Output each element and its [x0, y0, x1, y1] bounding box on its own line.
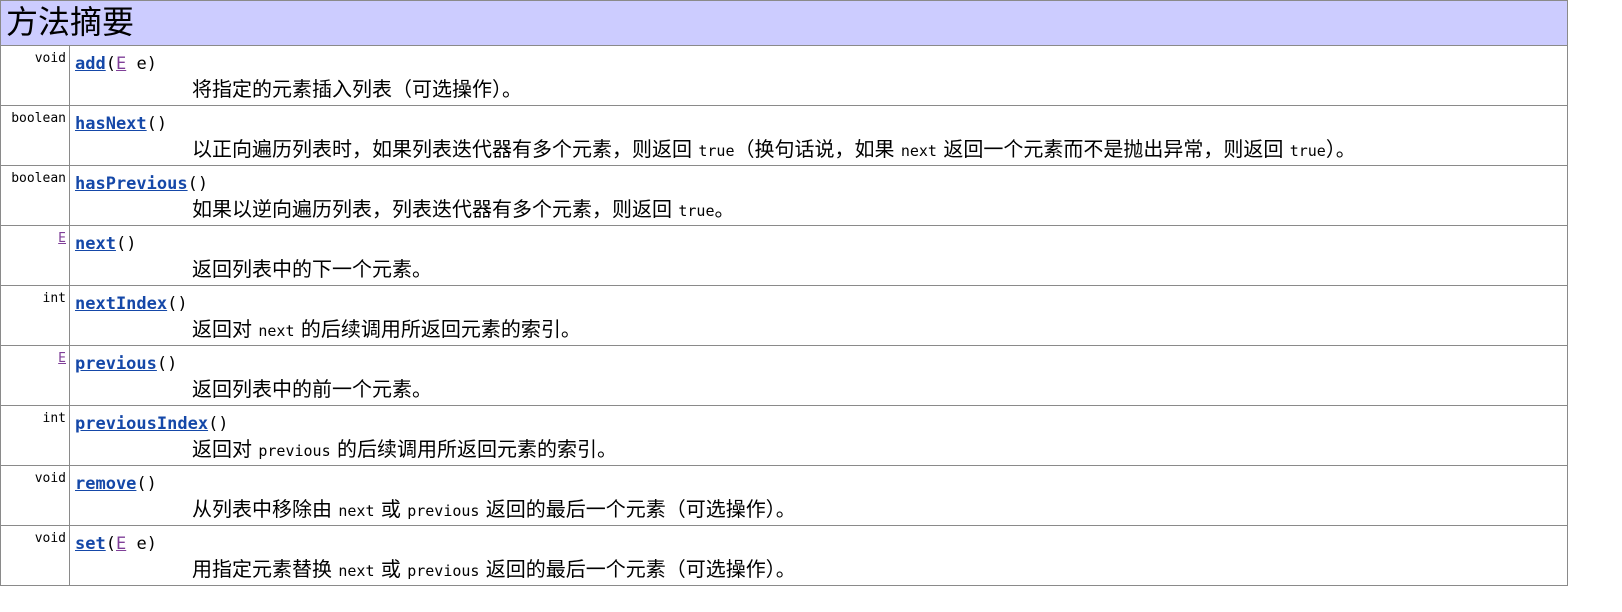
return-type: E	[1, 226, 70, 285]
method-signature: add(E e)	[75, 53, 157, 75]
method-link-add[interactable]: add	[75, 54, 106, 74]
method-row: int nextIndex() 返回对 next 的后续调用所返回元素的索引。	[1, 286, 1567, 346]
description-text: 的后续调用所返回元素的索引。	[294, 317, 581, 341]
method-signature: previousIndex()	[75, 413, 229, 435]
method-link-previous[interactable]: previous	[75, 354, 157, 374]
code-literal: next	[258, 322, 295, 340]
method-description: 将指定的元素插入列表（可选操作）。	[192, 76, 522, 102]
method-row: void remove() 从列表中移除由 next 或 previous 返回…	[1, 466, 1567, 526]
method-link-hasnext[interactable]: hasNext	[75, 114, 147, 134]
description-text: 或	[374, 557, 408, 581]
return-type: void	[1, 46, 70, 105]
method-row: int previousIndex() 返回对 previous 的后续调用所返…	[1, 406, 1567, 466]
code-literal: previous	[407, 502, 480, 520]
description-text: 返回对	[192, 437, 259, 461]
param-open: ()	[167, 294, 188, 314]
method-row: E next() 返回列表中的下一个元素。	[1, 226, 1567, 286]
method-description: 返回对 next 的后续调用所返回元素的索引。	[192, 316, 581, 344]
param-open: (	[105, 54, 116, 74]
method-description: 用指定元素替换 next 或 previous 返回的最后一个元素（可选操作）。	[192, 556, 796, 584]
return-type: void	[1, 466, 70, 525]
param-type-link[interactable]: E	[116, 54, 126, 74]
method-link-nextindex[interactable]: nextIndex	[75, 294, 167, 314]
param-open: ()	[156, 354, 178, 374]
description-text: ）。	[1325, 137, 1356, 161]
method-link-set[interactable]: set	[75, 534, 106, 554]
param-open: (	[105, 534, 116, 554]
method-signature: nextIndex()	[75, 293, 188, 315]
description-text: （换句话说，如果	[734, 137, 901, 161]
param-open: ()	[208, 414, 229, 434]
param-rest: e)	[126, 534, 157, 554]
method-description: 如果以逆向遍历列表，列表迭代器有多个元素，则返回 true。	[192, 196, 734, 224]
description-text: 如果以逆向遍历列表，列表迭代器有多个元素，则返回	[192, 197, 679, 221]
method-link-previousindex[interactable]: previousIndex	[75, 414, 208, 434]
code-literal: next	[338, 562, 375, 580]
return-type: void	[1, 526, 70, 585]
method-description: 从列表中移除由 next 或 previous 返回的最后一个元素（可选操作）。	[192, 496, 796, 524]
description-text: 的后续调用所返回元素的索引。	[330, 437, 617, 461]
param-open: ()	[146, 114, 168, 134]
description-text: 返回列表中的前一个元素。	[192, 377, 432, 401]
method-description: 返回对 previous 的后续调用所返回元素的索引。	[192, 436, 617, 464]
method-link-remove[interactable]: remove	[75, 474, 136, 494]
description-text: 用指定元素替换	[192, 557, 339, 581]
description-text: 返回一个元素而不是抛出异常，则返回	[936, 137, 1290, 161]
description-text: 返回的最后一个元素（可选操作）。	[479, 497, 796, 521]
code-literal: true	[698, 142, 735, 160]
code-literal: previous	[407, 562, 480, 580]
param-open: ()	[187, 174, 209, 194]
return-type: int	[1, 406, 70, 465]
method-row: boolean hasNext() 以正向遍历列表时，如果列表迭代器有多个元素，…	[1, 106, 1567, 166]
method-description: 以正向遍历列表时，如果列表迭代器有多个元素，则返回 true（换句话说，如果 n…	[192, 136, 1356, 164]
code-literal: next	[900, 142, 937, 160]
method-signature: hasNext()	[75, 113, 167, 135]
method-signature: hasPrevious()	[75, 173, 208, 195]
code-literal: next	[338, 502, 375, 520]
description-text: 从列表中移除由	[192, 497, 339, 521]
description-text: 返回的最后一个元素（可选操作）。	[479, 557, 796, 581]
return-type: boolean	[1, 106, 70, 165]
method-row: boolean hasPrevious() 如果以逆向遍历列表，列表迭代器有多个…	[1, 166, 1567, 226]
method-signature: set(E e)	[75, 533, 157, 555]
description-text: 以正向遍历列表时，如果列表迭代器有多个元素，则返回	[192, 137, 699, 161]
return-type: int	[1, 286, 70, 345]
method-signature: remove()	[75, 473, 157, 495]
code-literal: previous	[258, 442, 331, 460]
method-row: void set(E e) 用指定元素替换 next 或 previous 返回…	[1, 526, 1567, 586]
method-description: 返回列表中的前一个元素。	[192, 376, 432, 402]
return-type: E	[1, 346, 70, 405]
code-literal: true	[678, 202, 715, 220]
description-text: 。	[714, 197, 735, 221]
param-open: ()	[136, 474, 157, 494]
return-type-link[interactable]: E	[58, 231, 66, 246]
description-text: 返回列表中的下一个元素。	[192, 257, 432, 281]
return-type: boolean	[1, 166, 70, 225]
description-text: 或	[374, 497, 408, 521]
description-text: 返回对	[192, 317, 259, 341]
method-signature: next()	[75, 233, 136, 255]
param-type-link[interactable]: E	[116, 534, 126, 554]
param-rest: e)	[126, 54, 157, 74]
method-signature: previous()	[75, 353, 177, 375]
method-description: 返回列表中的下一个元素。	[192, 256, 432, 282]
description-text: 将指定的元素插入列表（可选操作）。	[192, 77, 522, 101]
method-row: void add(E e) 将指定的元素插入列表（可选操作）。	[1, 46, 1567, 106]
method-link-hasprevious[interactable]: hasPrevious	[75, 174, 188, 194]
method-summary-title: 方法摘要	[1, 0, 1567, 46]
return-type-link[interactable]: E	[58, 351, 66, 366]
method-summary-table: 方法摘要 void add(E e) 将指定的元素插入列表（可选操作）。 boo…	[0, 0, 1568, 586]
method-row: E previous() 返回列表中的前一个元素。	[1, 346, 1567, 406]
param-open: ()	[115, 234, 137, 254]
method-link-next[interactable]: next	[75, 234, 116, 254]
code-literal: true	[1289, 142, 1326, 160]
